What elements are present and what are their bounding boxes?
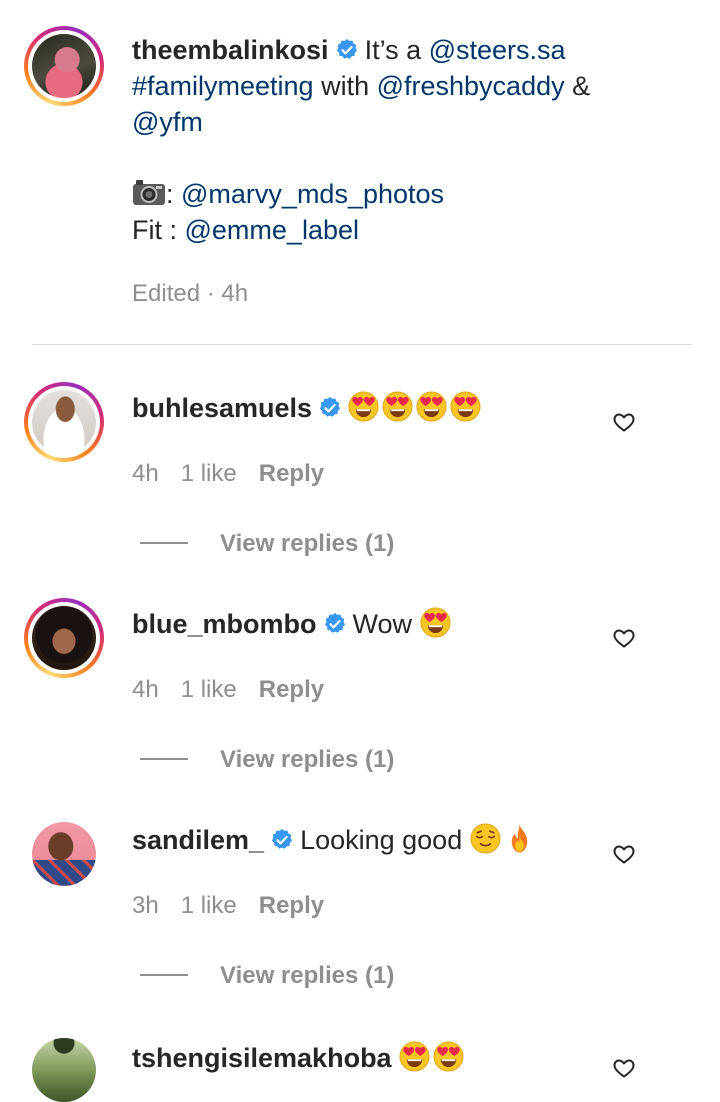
comment-username[interactable]: tshengisilemakhoba [132, 1043, 392, 1073]
comment-text: sandilem_ Looking good [132, 822, 538, 858]
view-replies-button[interactable]: View replies (1) [140, 962, 394, 990]
comment-meta: 4h 1 like Reply [132, 676, 346, 704]
caption-divider [32, 344, 692, 345]
view-replies-line [140, 542, 188, 544]
view-replies-button[interactable]: View replies (1) [140, 530, 394, 558]
heart-eyes-emoji-icon [420, 607, 451, 638]
comment-avatar[interactable] [24, 598, 104, 678]
mention-link[interactable]: @emme_label [185, 215, 360, 245]
comment-avatar[interactable] [24, 382, 104, 462]
reply-button[interactable]: Reply [259, 892, 324, 919]
comment-avatar-photo [32, 606, 96, 670]
caption-line1-text: It’s a [364, 35, 429, 65]
caption-username[interactable]: theembalinkosi [132, 35, 329, 65]
comment-likes[interactable]: 1 like [181, 892, 237, 919]
mention-link[interactable]: @marvy_mds_photos [181, 179, 444, 209]
comment-text: tshengisilemakhoba [132, 1040, 467, 1076]
caption-avatar-photo [32, 34, 96, 98]
verified-badge-icon [270, 828, 294, 852]
heart-eyes-emoji-icon [450, 391, 481, 422]
reply-button[interactable]: Reply [259, 460, 324, 487]
comment-time: 4h [132, 676, 159, 703]
heart-eyes-emoji-icon [382, 391, 413, 422]
caption-line5-prefix: Fit : [132, 215, 185, 245]
heart-eyes-emoji-icon [416, 391, 447, 422]
view-replies-line [140, 758, 188, 760]
comment-body: Looking good [300, 825, 463, 855]
comment-username[interactable]: blue_mbombo [132, 609, 317, 639]
like-heart-icon[interactable] [612, 626, 636, 650]
view-replies-button[interactable]: View replies (1) [140, 746, 394, 774]
comment-avatar-photo [32, 822, 96, 886]
view-replies-label: View replies (1) [220, 530, 395, 557]
caption-meta: Edited · 4h [132, 280, 270, 308]
verified-badge-icon [335, 38, 359, 62]
comment-avatar-photo [32, 390, 96, 454]
mention-link[interactable]: @freshbycaddy [377, 71, 565, 101]
relieved-face-emoji-icon [470, 823, 501, 854]
verified-badge-icon [323, 612, 347, 636]
comment-body: Wow [352, 609, 413, 639]
comment-likes[interactable]: 1 like [181, 460, 237, 487]
heart-eyes-emoji-icon [433, 1041, 464, 1072]
mention-link[interactable]: @steers.sa [429, 35, 566, 65]
fire-emoji-icon [504, 823, 535, 854]
comment-username[interactable]: buhlesamuels [132, 393, 312, 423]
comment-avatar-photo [32, 1038, 96, 1102]
comment-avatar[interactable] [32, 1038, 96, 1102]
heart-eyes-emoji-icon [399, 1041, 430, 1072]
view-replies-label: View replies (1) [220, 746, 395, 773]
comment-meta: 3h 1 like Reply [132, 892, 346, 920]
caption-edited-time: Edited · 4h [132, 280, 249, 307]
comment-text: blue_mbombo Wow [132, 606, 454, 642]
caption-text: theembalinkosi It’s a @steers.sa #familym… [132, 32, 692, 248]
reply-button[interactable]: Reply [259, 676, 324, 703]
mention-link[interactable]: @yfm [132, 107, 203, 137]
comment-avatar[interactable] [32, 822, 96, 886]
camera-icon [132, 178, 166, 206]
like-heart-icon[interactable] [612, 1056, 636, 1080]
heart-eyes-emoji-icon [348, 391, 379, 422]
comment-likes[interactable]: 1 like [181, 676, 237, 703]
like-heart-icon[interactable] [612, 842, 636, 866]
comment-time: 4h [132, 460, 159, 487]
comment-time: 3h [132, 892, 159, 919]
comment-username[interactable]: sandilem_ [132, 825, 264, 855]
caption-avatar[interactable] [24, 26, 104, 106]
comment-meta: 4h 1 like Reply [132, 460, 346, 488]
verified-badge-icon [318, 396, 342, 420]
hashtag-link[interactable]: #familymeeting [132, 71, 314, 101]
caption-line4-prefix: : [166, 179, 182, 209]
caption-line2-text: with [313, 71, 377, 101]
like-heart-icon[interactable] [612, 410, 636, 434]
caption-line2-amp: & [564, 71, 591, 101]
view-replies-line [140, 974, 188, 976]
view-replies-label: View replies (1) [220, 962, 395, 989]
comment-text: buhlesamuels [132, 390, 484, 426]
